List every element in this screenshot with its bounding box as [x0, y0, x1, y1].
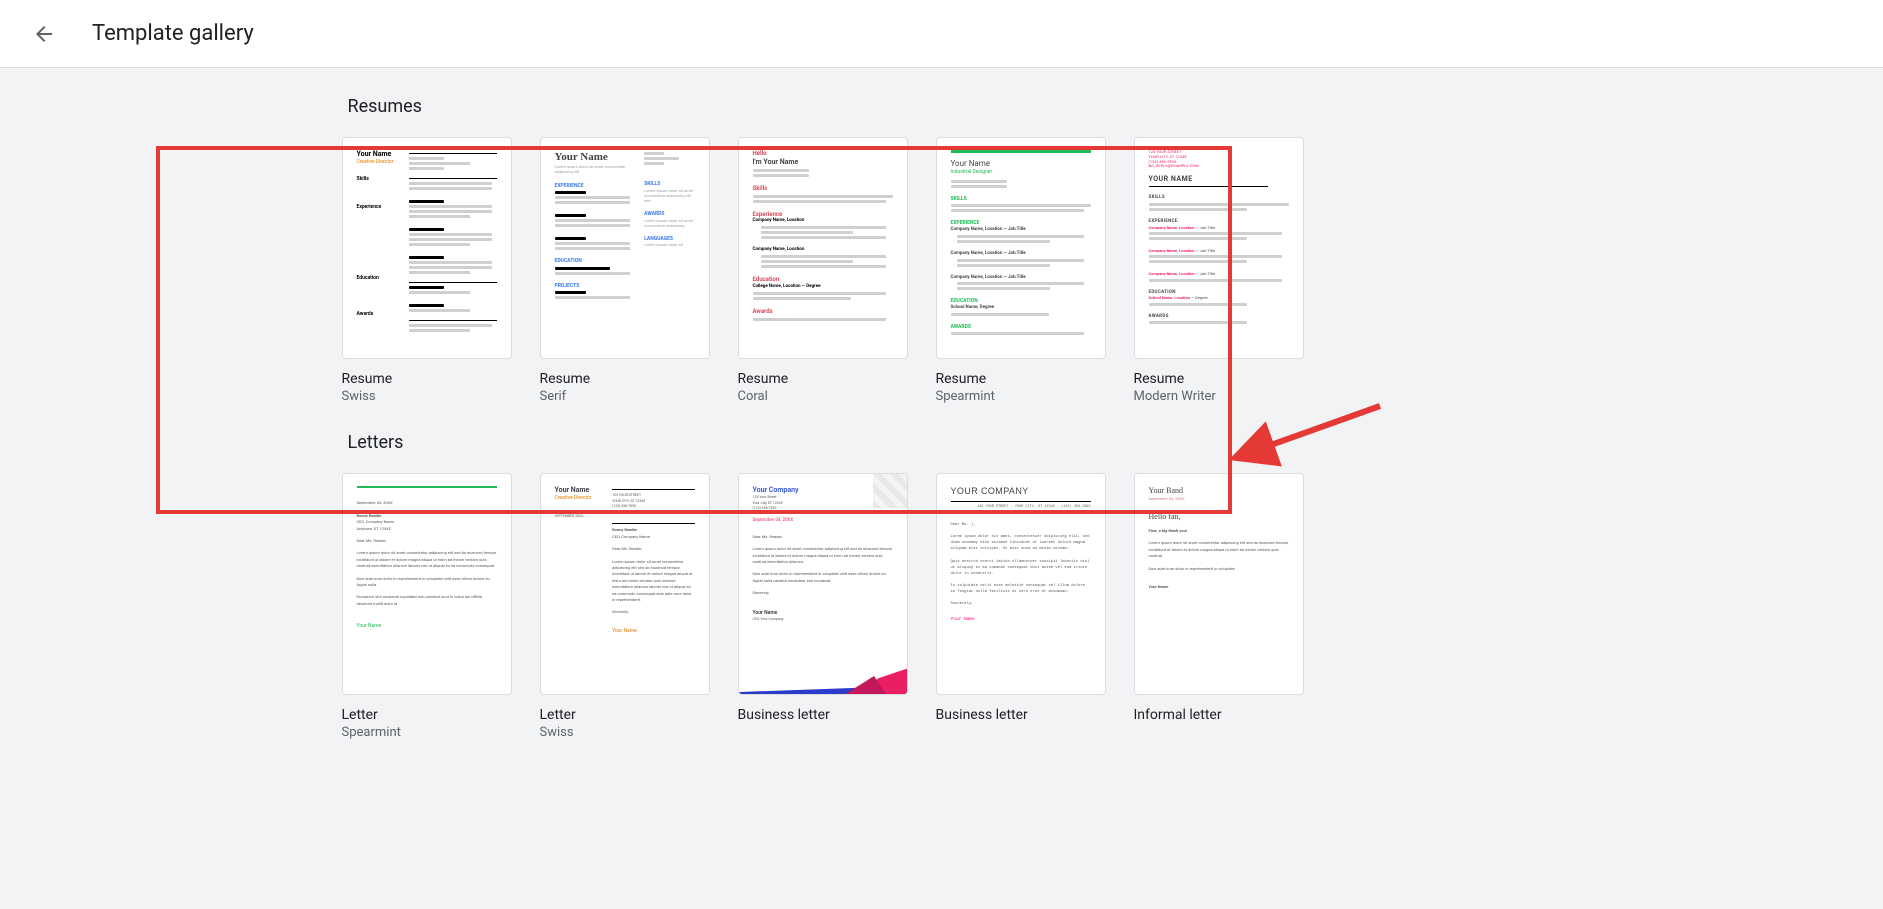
page-title: Template gallery	[92, 21, 254, 46]
back-button[interactable]	[24, 14, 64, 54]
content: Resumes Your Name Creative Director Skil…	[0, 68, 1883, 780]
thumbnail: Your Name Creative Director SEPTEMBER 20…	[540, 473, 710, 695]
template-card-coral[interactable]: Hello I'm Your Name Skills Experience Co…	[738, 137, 908, 404]
template-title: Resume	[540, 371, 710, 387]
section-title-resumes: Resumes	[348, 96, 1542, 117]
cards-resumes: Your Name Creative Director Skills Exper…	[342, 137, 1542, 404]
thumbnail: YOUR COMPANY 123 YOUR STREET · YOUR CITY…	[936, 473, 1106, 695]
thumbnail: 123 YOUR STREETYOUR CITY, ST 12345(123) …	[1134, 137, 1304, 359]
template-title: Letter	[342, 707, 512, 723]
template-title: Business letter	[936, 707, 1106, 723]
template-card-informal-letter[interactable]: Your Band September 04, 20XX Hello fan, …	[1134, 473, 1304, 740]
template-card-modern-writer[interactable]: 123 YOUR STREETYOUR CITY, ST 12345(123) …	[1134, 137, 1304, 404]
template-card-business-letter-1[interactable]: Your Company 123 Your StreetYour City, S…	[738, 473, 908, 740]
template-subtitle: Swiss	[540, 725, 710, 740]
section-title-letters: Letters	[348, 432, 1542, 453]
template-title: Business letter	[738, 707, 908, 723]
thumbnail: Your Name Industrial Designer SKILLS EXP…	[936, 137, 1106, 359]
template-title: Letter	[540, 707, 710, 723]
thumbnail: Your Name Lorem ipsum dolor sit amet con…	[540, 137, 710, 359]
thumbnail: Your Name Creative Director Skills Exper…	[342, 137, 512, 359]
template-card-swiss[interactable]: Your Name Creative Director Skills Exper…	[342, 137, 512, 404]
thumbnail: September 04, 20XXRonny ReaderCEO, Compa…	[342, 473, 512, 695]
cards-letters: September 04, 20XXRonny ReaderCEO, Compa…	[342, 473, 1542, 740]
section-resumes: Resumes Your Name Creative Director Skil…	[342, 68, 1542, 404]
template-subtitle: Spearmint	[936, 389, 1106, 404]
template-card-business-letter-2[interactable]: YOUR COMPANY 123 YOUR STREET · YOUR CITY…	[936, 473, 1106, 740]
template-title: Resume	[738, 371, 908, 387]
template-card-serif[interactable]: Your Name Lorem ipsum dolor sit amet con…	[540, 137, 710, 404]
template-subtitle: Serif	[540, 389, 710, 404]
arrow-back-icon	[32, 22, 56, 46]
header-bar: Template gallery	[0, 0, 1883, 68]
template-subtitle: Swiss	[342, 389, 512, 404]
section-letters: Letters September 04, 20XXRonny ReaderCE…	[342, 404, 1542, 740]
template-title: Resume	[342, 371, 512, 387]
template-subtitle: Spearmint	[342, 725, 512, 740]
template-subtitle: Coral	[738, 389, 908, 404]
thumbnail: Hello I'm Your Name Skills Experience Co…	[738, 137, 908, 359]
template-card-spearmint[interactable]: Your Name Industrial Designer SKILLS EXP…	[936, 137, 1106, 404]
template-title: Resume	[936, 371, 1106, 387]
template-title: Informal letter	[1134, 707, 1304, 723]
template-card-letter-spearmint[interactable]: September 04, 20XXRonny ReaderCEO, Compa…	[342, 473, 512, 740]
template-card-letter-swiss[interactable]: Your Name Creative Director SEPTEMBER 20…	[540, 473, 710, 740]
template-title: Resume	[1134, 371, 1304, 387]
thumbnail: Your Company 123 Your StreetYour City, S…	[738, 473, 908, 695]
thumbnail: Your Band September 04, 20XX Hello fan, …	[1134, 473, 1304, 695]
template-subtitle: Modern Writer	[1134, 389, 1304, 404]
